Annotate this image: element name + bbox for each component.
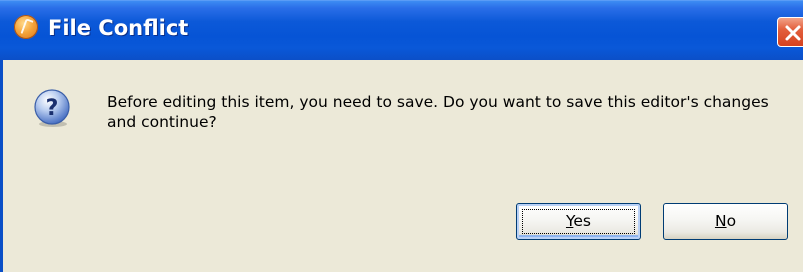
close-button[interactable]	[777, 17, 803, 47]
title-bar[interactable]: File Conflict	[0, 0, 803, 60]
app-logo-icon	[14, 15, 38, 39]
svg-text:?: ?	[46, 96, 59, 121]
dialog-message: Before editing this item, you need to sa…	[107, 93, 769, 131]
dialog-body: ? Before editing this item, you need to …	[0, 60, 803, 272]
dialog-title: File Conflict	[48, 16, 189, 40]
no-mnemonic: N	[714, 212, 727, 230]
file-conflict-dialog: File Conflict ? Before editing this item…	[0, 0, 803, 272]
no-button-label: No	[715, 212, 736, 230]
yes-button-label: Yes	[566, 212, 591, 230]
no-button[interactable]: No	[663, 203, 788, 240]
question-icon: ?	[34, 89, 70, 127]
close-icon	[785, 25, 801, 41]
yes-label-rest: es	[573, 212, 592, 230]
yes-button[interactable]: Yes	[516, 203, 641, 240]
no-label-rest: o	[726, 212, 737, 230]
